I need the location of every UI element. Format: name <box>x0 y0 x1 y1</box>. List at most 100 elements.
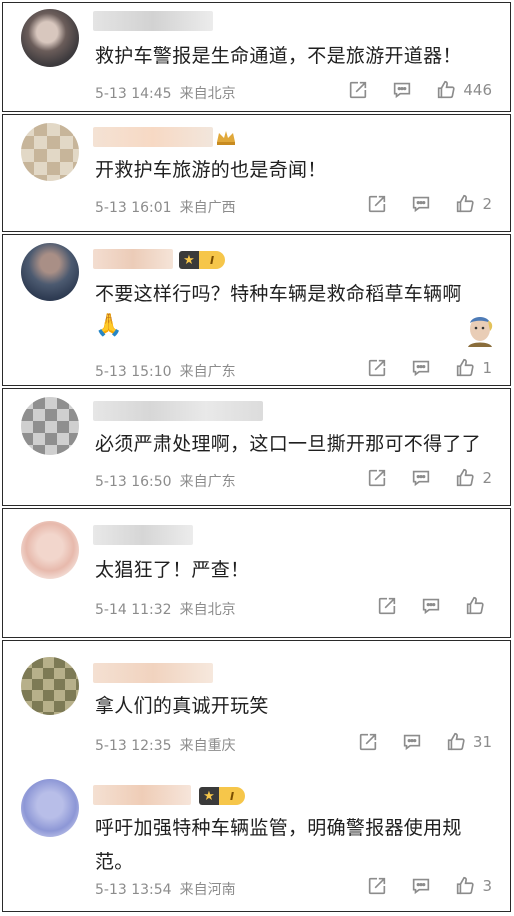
avatar[interactable] <box>21 779 79 837</box>
comment-text: 拿人们的真诚开玩笑 <box>95 695 269 717</box>
thumbs-up-icon <box>466 596 484 615</box>
share-button[interactable] <box>366 193 388 215</box>
share-icon <box>369 469 386 487</box>
sticker-image <box>468 317 493 347</box>
like-button[interactable]: 1 <box>454 357 492 379</box>
username-blurred[interactable] <box>93 785 191 805</box>
comment-meta: 5-13 16:01 来自广西 <box>95 197 236 217</box>
comment-meta: 5-13 14:45 来自北京 <box>95 83 236 103</box>
comment-date: 5-13 12:35 <box>95 738 172 754</box>
comment-location: 来自北京 <box>179 602 236 618</box>
comment-actions: 3 <box>344 875 492 897</box>
star-icon: ★ <box>179 251 199 269</box>
avatar[interactable] <box>21 9 79 67</box>
comment-actions: 1 <box>344 357 492 379</box>
like-button[interactable]: 31 <box>445 731 492 753</box>
comment-actions: 2 <box>344 193 492 215</box>
thumbs-up-icon <box>457 194 475 213</box>
comment-date: 5-13 15:10 <box>95 364 172 380</box>
share-icon <box>369 359 386 377</box>
comment-meta: 5-13 16:50 来自广东 <box>95 471 236 491</box>
like-button[interactable]: 3 <box>454 875 492 897</box>
like-button[interactable] <box>464 595 492 617</box>
reply-button[interactable] <box>410 875 432 897</box>
comment-date: 5-13 14:45 <box>95 86 172 102</box>
reply-button[interactable] <box>401 731 423 753</box>
comment-icon <box>413 360 430 377</box>
comment-location: 来自河南 <box>179 882 236 898</box>
comment-text: 必须严肃处理啊，这口一旦撕开那可不得了了 <box>95 433 482 455</box>
comment-meta: 5-13 12:35 来自重庆 <box>95 735 236 755</box>
reply-button[interactable] <box>410 357 432 379</box>
comment-location: 来自重庆 <box>179 738 236 754</box>
thumbs-up-icon <box>457 358 475 377</box>
comment-card-2: 开救护车旅游的也是奇闻！ 5-13 16:01 来自广西 2 <box>2 114 511 232</box>
avatar[interactable] <box>21 243 79 301</box>
share-icon <box>359 733 377 751</box>
share-button[interactable] <box>376 595 398 617</box>
star-icon: ★ <box>199 787 219 805</box>
comment-text: 开救护车旅游的也是奇闻！ <box>95 159 327 181</box>
comment-icon <box>403 734 421 751</box>
comment-meta: 5-14 11:32 来自北京 <box>95 599 236 619</box>
reply-button[interactable] <box>410 193 432 215</box>
share-icon <box>369 195 386 213</box>
comment-icon <box>413 470 430 487</box>
comment-text: 呼吁加强特种车辆监管，明确警报器使用规范。 <box>95 817 462 873</box>
share-icon <box>378 597 396 615</box>
like-button[interactable]: 2 <box>454 467 492 489</box>
comment-card-5: 太猖狂了！严查！ 5-14 11:32 来自北京 <box>2 508 511 638</box>
username-blurred[interactable] <box>93 249 173 269</box>
comment-text: 不要这样行吗？特种车辆是救命稻草车辆啊 <box>95 283 462 305</box>
comment-card-1: 救护车警报是生命通道，不是旅游开道器！ 5-13 14:45 来自北京 446 <box>2 2 511 112</box>
comment-actions: 446 <box>325 79 492 101</box>
crown-icon <box>217 131 235 145</box>
comment-text: 太猖狂了！严查！ <box>95 559 250 581</box>
reply-button[interactable] <box>391 79 413 101</box>
like-count: 2 <box>482 195 492 213</box>
avatar[interactable] <box>21 521 79 579</box>
username-blurred[interactable] <box>93 525 193 545</box>
thumbs-up-icon <box>447 732 465 751</box>
reply-button[interactable] <box>410 467 432 489</box>
share-icon <box>350 81 367 99</box>
comment-card-3: ★ I 不要这样行吗？特种车辆是救命稻草车辆啊 🙏 5-13 15:10 来自广东… <box>2 234 511 386</box>
avatar[interactable] <box>21 397 79 455</box>
like-button[interactable]: 2 <box>454 193 492 215</box>
vip-badge[interactable]: ★ I <box>179 250 225 270</box>
username-blurred[interactable] <box>93 663 213 683</box>
avatar[interactable] <box>21 657 79 715</box>
share-button[interactable] <box>366 875 388 897</box>
share-button[interactable] <box>357 731 379 753</box>
share-button[interactable] <box>347 79 369 101</box>
vip-level: I <box>219 787 245 805</box>
comment-actions: 2 <box>344 467 492 489</box>
comment-icon <box>413 878 430 895</box>
vip-level: I <box>199 251 225 269</box>
share-button[interactable] <box>366 357 388 379</box>
comment-location: 来自广东 <box>179 474 236 490</box>
thumbs-up-icon <box>438 80 455 99</box>
comment-date: 5-13 16:50 <box>95 474 172 490</box>
like-count: 1 <box>482 359 492 377</box>
comment-card-4: 必须严肃处理啊，这口一旦撕开那可不得了了 5-13 16:50 来自广东 2 <box>2 388 511 506</box>
username-blurred[interactable] <box>93 127 213 147</box>
comment-text: 救护车警报是生命通道，不是旅游开道器！ <box>95 45 462 67</box>
like-button[interactable]: 446 <box>435 79 492 101</box>
share-button[interactable] <box>366 467 388 489</box>
username-blurred[interactable] <box>93 401 263 421</box>
comment-card-6: 拿人们的真诚开玩笑 5-13 12:35 来自重庆 31 ★ I 呼吁加强特种车辆… <box>2 640 511 912</box>
thumbs-up-icon <box>457 468 475 487</box>
thumbs-up-icon <box>457 876 475 895</box>
comment-meta: 5-13 15:10 来自广东 <box>95 361 236 381</box>
like-count: 446 <box>463 81 492 99</box>
like-count: 31 <box>472 733 492 751</box>
like-count: 2 <box>482 469 492 487</box>
reply-button[interactable] <box>420 595 442 617</box>
comment-date: 5-13 16:01 <box>95 200 172 216</box>
avatar[interactable] <box>21 123 79 181</box>
vip-badge[interactable]: ★ I <box>199 786 245 806</box>
like-count: 3 <box>482 877 492 895</box>
username-blurred[interactable] <box>93 11 213 31</box>
share-icon <box>369 877 386 895</box>
